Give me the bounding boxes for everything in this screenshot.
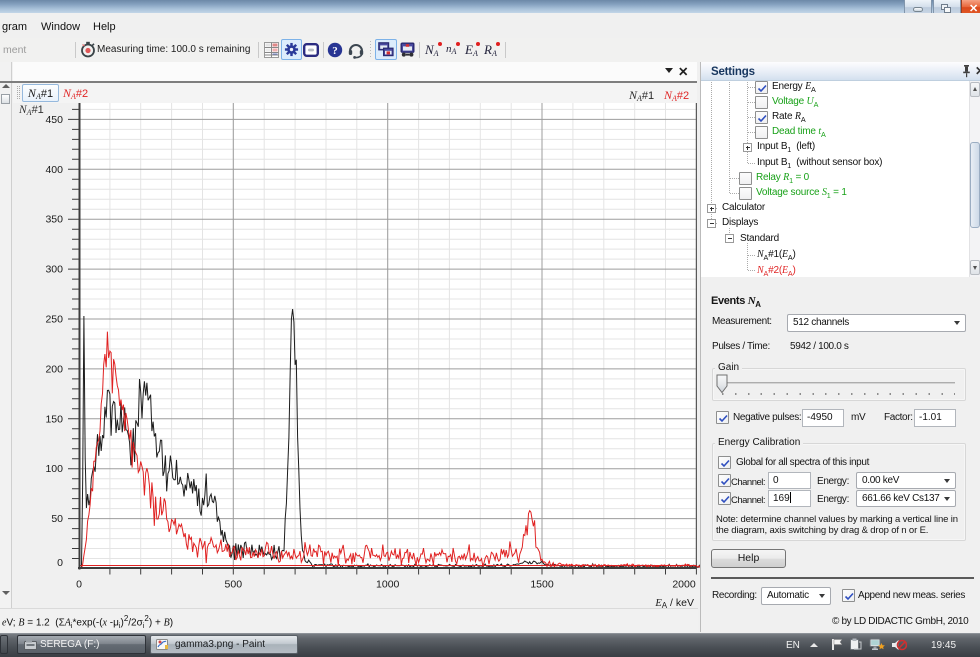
svg-text:400: 400 xyxy=(45,164,63,176)
svg-text:350: 350 xyxy=(45,214,63,226)
svg-text:300: 300 xyxy=(45,264,63,276)
svg-text:100: 100 xyxy=(45,463,63,475)
svg-text:0: 0 xyxy=(76,579,82,591)
svg-text:500: 500 xyxy=(225,579,243,591)
svg-text:2000: 2000 xyxy=(672,579,696,591)
svg-text:1000: 1000 xyxy=(376,579,400,591)
svg-text:450: 450 xyxy=(45,114,63,126)
svg-text:250: 250 xyxy=(45,314,63,326)
svg-text:200: 200 xyxy=(45,363,63,375)
svg-text:150: 150 xyxy=(45,413,63,425)
svg-text:50: 50 xyxy=(51,513,63,525)
svg-text:0: 0 xyxy=(57,557,63,569)
svg-text:1500: 1500 xyxy=(530,579,554,591)
